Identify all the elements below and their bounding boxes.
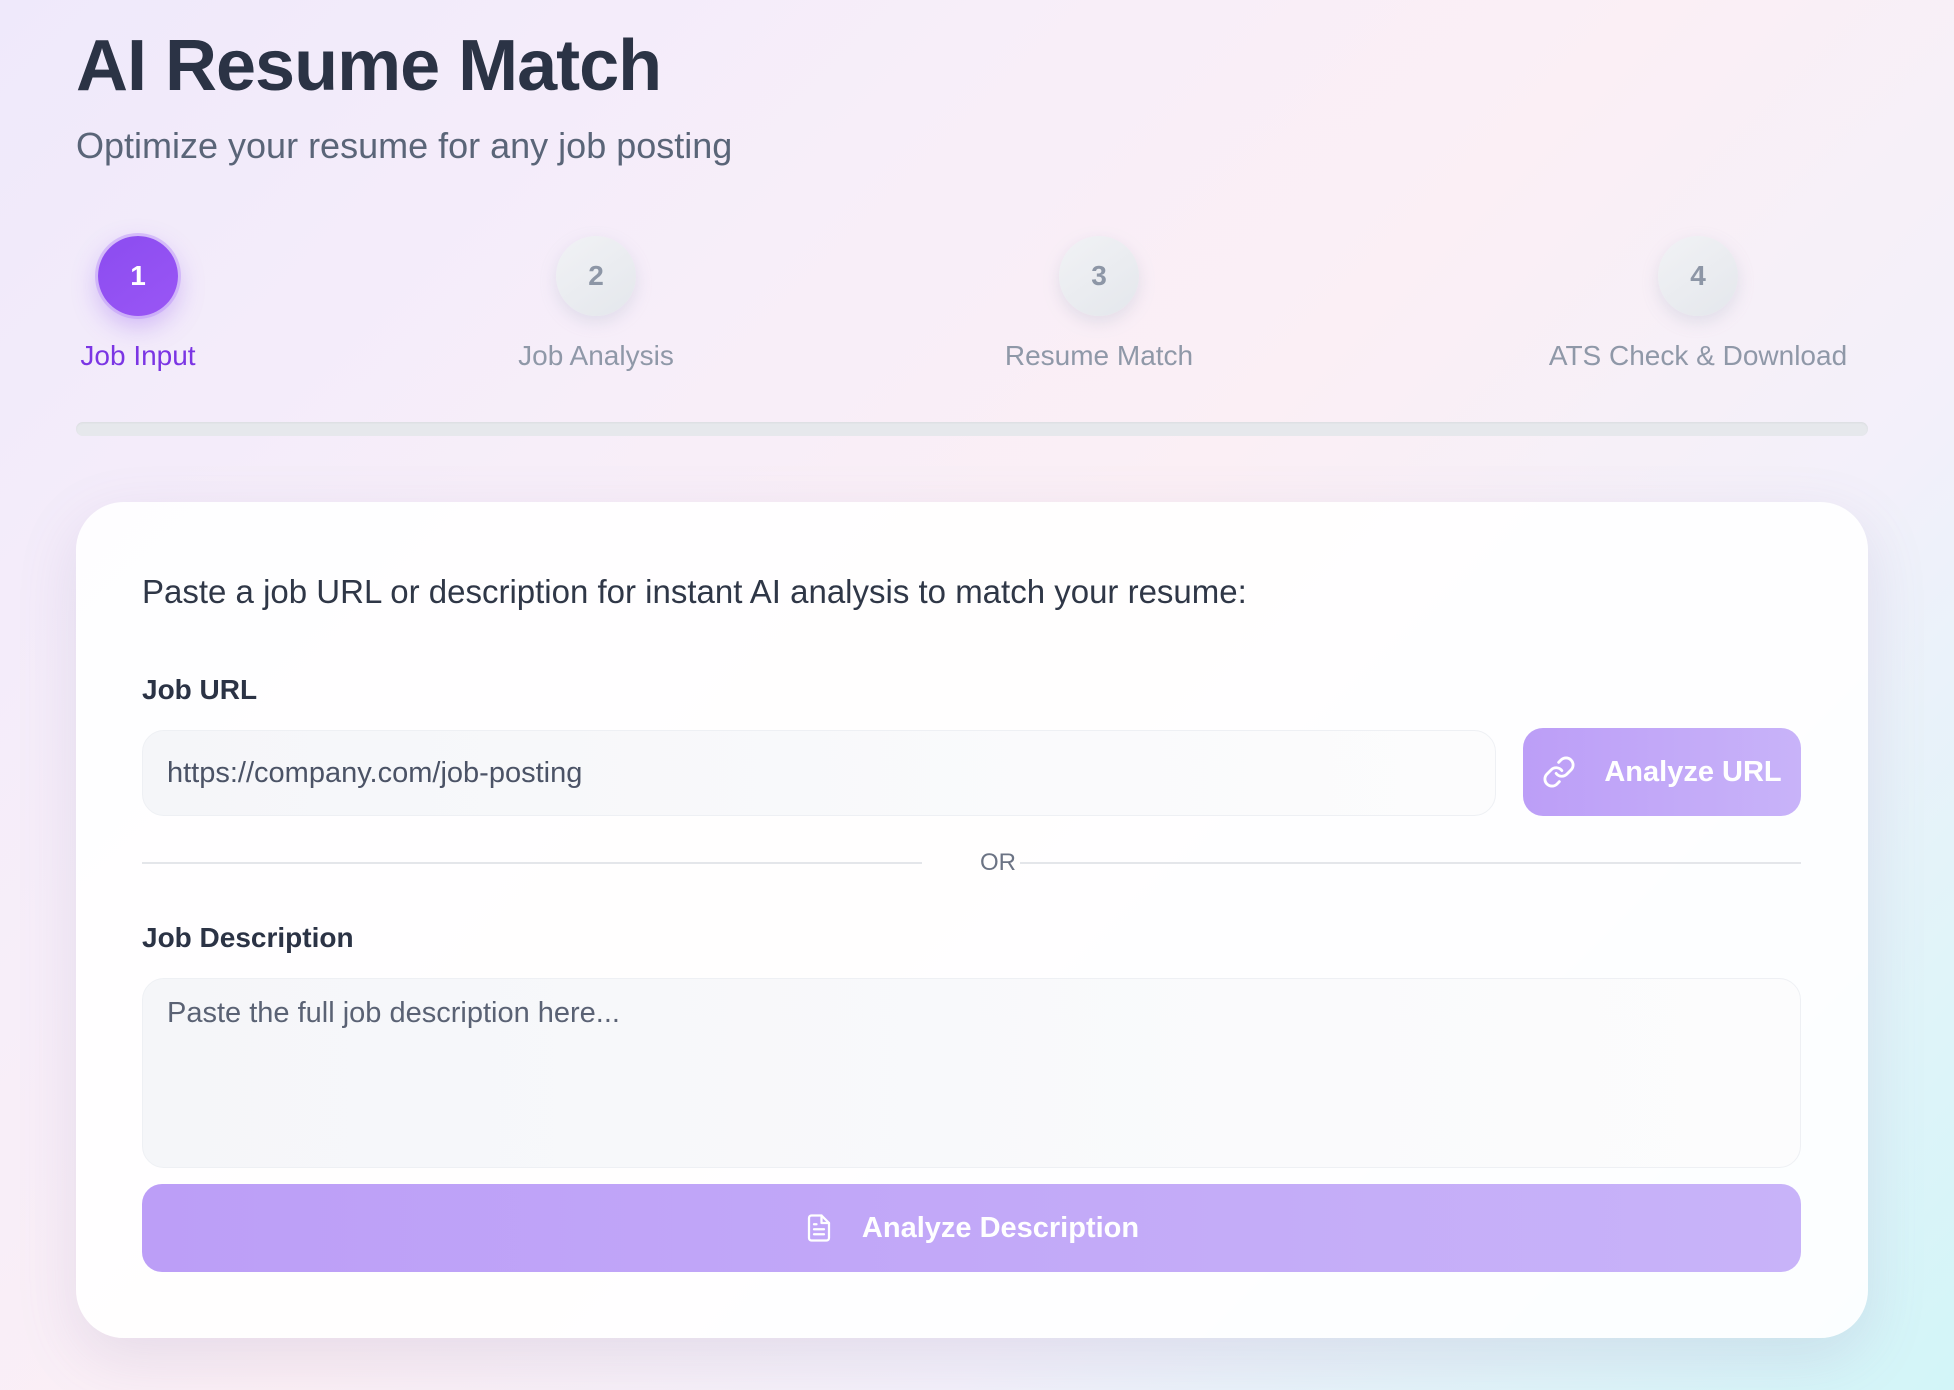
step-label: Job Input	[80, 340, 196, 371]
step-resume-match[interactable]: 3 Resume Match	[994, 236, 1204, 374]
page-title: AI Resume Match	[76, 26, 662, 106]
step-job-analysis[interactable]: 2 Job Analysis	[496, 236, 696, 374]
analyze-description-label: Analyze Description	[861, 1211, 1140, 1244]
job-description-textarea[interactable]	[142, 978, 1801, 1168]
job-description-label: Job Description	[142, 922, 354, 953]
stepper: 1 Job Input 2 Job Analysis 3 Resume Matc…	[76, 236, 1868, 376]
step-number-circle: 1	[98, 236, 178, 316]
step-number-circle: 2	[556, 236, 636, 316]
job-url-input[interactable]	[142, 730, 1496, 816]
divider-right	[1020, 862, 1801, 864]
divider-left	[142, 862, 922, 864]
analyze-description-button[interactable]: Analyze Description	[142, 1184, 1801, 1272]
step-number-circle: 3	[1059, 236, 1139, 316]
step-number-circle: 4	[1658, 236, 1738, 316]
step-ats-check-download[interactable]: 4 ATS Check & Download	[1538, 236, 1858, 374]
step-label: Job Analysis	[518, 340, 674, 371]
job-url-label: Job URL	[142, 674, 258, 705]
intro-text: Paste a job URL or description for insta…	[142, 573, 1247, 610]
analyze-url-label: Analyze URL	[1604, 755, 1782, 788]
analyze-url-button[interactable]: Analyze URL	[1523, 728, 1801, 816]
link-icon	[1543, 756, 1575, 788]
step-job-input[interactable]: 1 Job Input	[78, 236, 198, 374]
progress-bar	[76, 422, 1868, 436]
step-label: Resume Match	[1004, 340, 1194, 371]
page-subtitle: Optimize your resume for any job posting	[76, 125, 733, 166]
document-icon	[807, 1214, 831, 1242]
step-label: ATS Check & Download	[1548, 340, 1848, 371]
